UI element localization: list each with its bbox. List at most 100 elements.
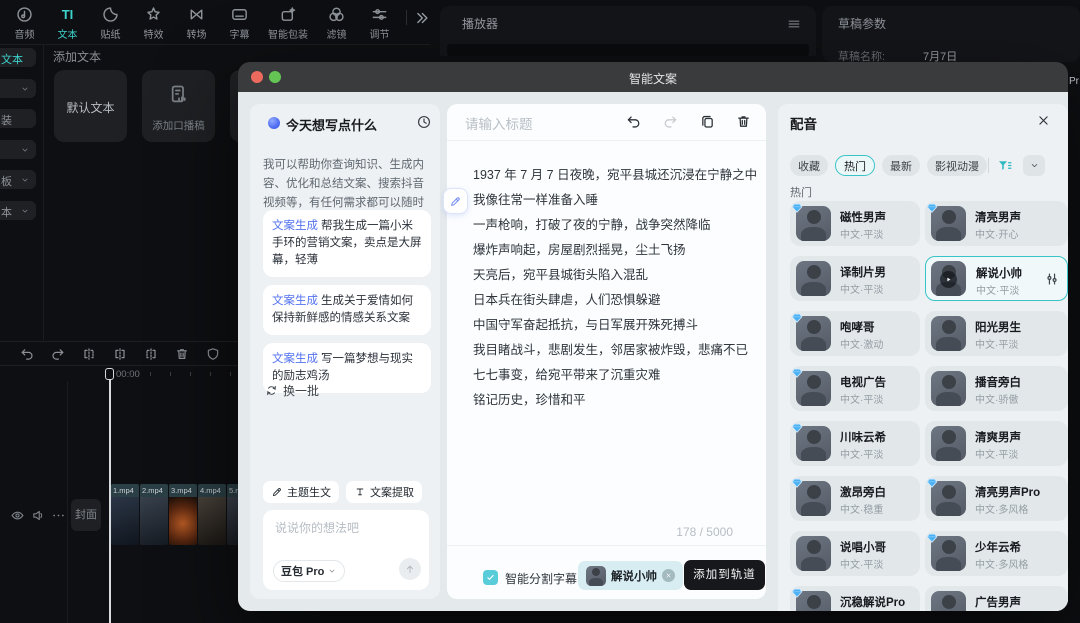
voice-card-广告男声[interactable]: 广告男声 <box>925 586 1068 611</box>
voice-card-少年云希[interactable]: 少年云希 中文·多风格 <box>925 531 1068 576</box>
toolbar-item-转场[interactable]: 转场 <box>175 5 218 41</box>
voice-card-激昂旁白[interactable]: 激昂旁白 中文·稳重 <box>790 476 920 521</box>
voice-chip-name: 解说小帅 <box>611 570 657 583</box>
voice-card-解说小帅[interactable]: 解说小帅 中文·平淡 <box>925 256 1068 301</box>
split-split-icon[interactable] <box>81 346 97 362</box>
player-menu-icon[interactable] <box>786 16 802 32</box>
undo-icon[interactable] <box>625 113 642 130</box>
voice-card-川味云希[interactable]: 川味云希 中文·平淡 <box>790 421 920 466</box>
send-button[interactable] <box>399 558 421 580</box>
play-voice-button[interactable] <box>940 271 957 288</box>
voice-card-电视广告[interactable]: 电视广告 中文·平淡 <box>790 366 920 411</box>
clip-thumbnail <box>169 497 197 545</box>
cover-button[interactable]: 封面 <box>71 499 101 531</box>
vip-diamond-icon <box>791 202 803 214</box>
voice-filter-影视动漫[interactable]: 影视动漫 <box>927 155 987 176</box>
toolbar-item-特效[interactable]: 特效 <box>132 5 175 41</box>
redo-icon[interactable] <box>50 346 66 362</box>
toolbar-item-字幕[interactable]: 字幕 <box>218 5 261 41</box>
toolbar-item-滤镜[interactable]: 滤镜 <box>315 5 358 41</box>
captions-icon <box>230 5 249 24</box>
sidebar-item[interactable]: 板 <box>0 170 36 189</box>
refresh-suggestions-button[interactable]: 换一批 <box>265 382 319 399</box>
sidebar-item[interactable]: 本 <box>0 200 36 220</box>
voice-card-咆哮哥[interactable]: 咆哮哥 中文·激动 <box>790 311 920 356</box>
prompt-input[interactable]: 说说你的想法吧 豆包 Pro <box>263 510 429 590</box>
track-visibility-icon[interactable] <box>10 508 25 523</box>
voice-card-清亮男声[interactable]: 清亮男声 中文·开心 <box>925 201 1068 246</box>
media-card-label: 默认文本 <box>66 101 115 115</box>
timeline-clip[interactable]: 1.mp4 <box>111 484 139 545</box>
pen-icon <box>271 486 283 498</box>
voice-card-清亮男声Pro[interactable]: 清亮男声Pro 中文·多风格 <box>925 476 1068 521</box>
voice-card-沉稳解说Pro[interactable]: 沉稳解说Pro <box>790 586 920 611</box>
toolbar-item-智能包装[interactable]: 智能包装 <box>261 5 315 41</box>
expand-toolbar-icon[interactable] <box>412 9 430 27</box>
timeline-clip[interactable]: 4.mp4 <box>198 484 226 545</box>
sidebar-item[interactable] <box>0 139 36 159</box>
model-selector[interactable]: 豆包 Pro <box>273 560 346 582</box>
add-voiceover-script-card[interactable]: 添加口播稿 <box>142 70 215 142</box>
clip-label: 2.mp4 <box>140 484 168 497</box>
voice-name: 沉稳解说Pro <box>840 597 906 609</box>
sidebar-item[interactable]: 装 <box>0 109 36 128</box>
filter-funnel-icon[interactable] <box>996 157 1013 174</box>
redo-icon[interactable] <box>662 113 679 130</box>
voiceover-title: 配音 <box>790 117 817 132</box>
add-to-track-button[interactable]: 添加到轨道 <box>684 560 765 590</box>
ai-assistant-panel: 今天想写点什么 我可以帮助你查询知识、生成内容、优化和总结文案、搜索抖音视频等，… <box>250 104 440 599</box>
voice-card-磁性男声[interactable]: 磁性男声 中文·平淡 <box>790 201 920 246</box>
sidebar-item[interactable] <box>0 78 36 98</box>
copy-icon[interactable] <box>699 113 716 130</box>
vip-diamond-icon <box>926 477 938 489</box>
toolbar-item-贴纸[interactable]: 贴纸 <box>89 5 132 41</box>
undo-icon[interactable] <box>19 346 35 362</box>
suggestion-card[interactable]: 文案生成 生成关于爱情如何保持新鲜感的情感关系文案 <box>263 285 431 335</box>
voice-filter-最新[interactable]: 最新 <box>882 155 920 176</box>
playhead-handle[interactable] <box>105 368 114 380</box>
timeline-clip[interactable]: 2.mp4 <box>140 484 168 545</box>
suggestion-card[interactable]: 文案生成 帮我生成一篇小米手环的营销文案，卖点是大屏幕，轻薄 <box>263 210 431 277</box>
toolbar-item-音频[interactable]: 音频 <box>3 5 46 41</box>
history-icon[interactable] <box>416 114 432 130</box>
split-split-icon[interactable] <box>112 346 128 362</box>
close-panel-icon[interactable] <box>1036 113 1051 128</box>
remove-voice-button[interactable] <box>662 569 675 582</box>
voice-settings-icon[interactable] <box>1044 271 1060 287</box>
toolbar-item-文本[interactable]: TI 文本 <box>46 5 89 41</box>
chevdown-icon <box>20 84 30 94</box>
tool-pill-label: 文案提取 <box>370 487 414 499</box>
tool-pill-文案提取[interactable]: 文案提取 <box>346 481 422 503</box>
timeline-clip[interactable]: 3.mp4 <box>169 484 197 545</box>
voice-filter-收藏[interactable]: 收藏 <box>790 155 828 176</box>
delete-icon[interactable] <box>735 113 752 130</box>
smart-copywriting-modal: 智能文案 今天想写点什么 我可以帮助你查询知识、生成内容、优化和总结文案、搜索抖… <box>238 62 1068 611</box>
title-input[interactable]: 请输入标题 <box>465 113 533 133</box>
sidebar-item-label: 板 <box>1 176 12 188</box>
voice-card-播音旁白[interactable]: 播音旁白 中文·骄傲 <box>925 366 1068 411</box>
split-split-icon[interactable] <box>143 346 159 362</box>
sidebar-item[interactable]: 文本 <box>0 48 36 67</box>
smart-split-checkbox[interactable] <box>483 570 498 585</box>
magic-pen-icon <box>449 195 462 208</box>
voice-card-说唱小哥[interactable]: 说唱小哥 中文·平淡 <box>790 531 920 576</box>
filter-expand-button[interactable] <box>1023 155 1045 176</box>
draft-params-title: 草稿参数 <box>838 17 887 31</box>
tool-pill-主题生文[interactable]: 主题生文 <box>263 481 339 503</box>
clip-thumbnail <box>198 497 226 545</box>
voice-card-清爽男声[interactable]: 清爽男声 中文·平淡 <box>925 421 1068 466</box>
toolbar-item-调节[interactable]: 调节 <box>358 5 401 41</box>
voice-chip-avatar <box>586 565 606 586</box>
voice-card-阳光男生[interactable]: 阳光男生 中文·平淡 <box>925 311 1068 356</box>
voice-filter-热门[interactable]: 热门 <box>835 155 875 176</box>
trash-icon[interactable] <box>174 346 190 362</box>
track-mute-icon[interactable] <box>31 508 46 523</box>
ai-edit-bubble[interactable] <box>443 188 468 214</box>
default-text-card[interactable]: 默认文本 <box>54 70 127 142</box>
selected-voice-chip[interactable]: 解说小帅 <box>578 561 683 590</box>
mask-icon[interactable] <box>205 346 221 362</box>
voice-name: 磁性男声 <box>840 212 886 224</box>
script-text-area[interactable]: 1937 年 7 月 7 日夜晚，宛平县城还沉浸在宁静之中 我像往常一样准备入睡一… <box>473 163 761 413</box>
voice-card-译制片男[interactable]: 译制片男 中文·平淡 <box>790 256 920 301</box>
track-more-icon[interactable] <box>51 508 66 523</box>
